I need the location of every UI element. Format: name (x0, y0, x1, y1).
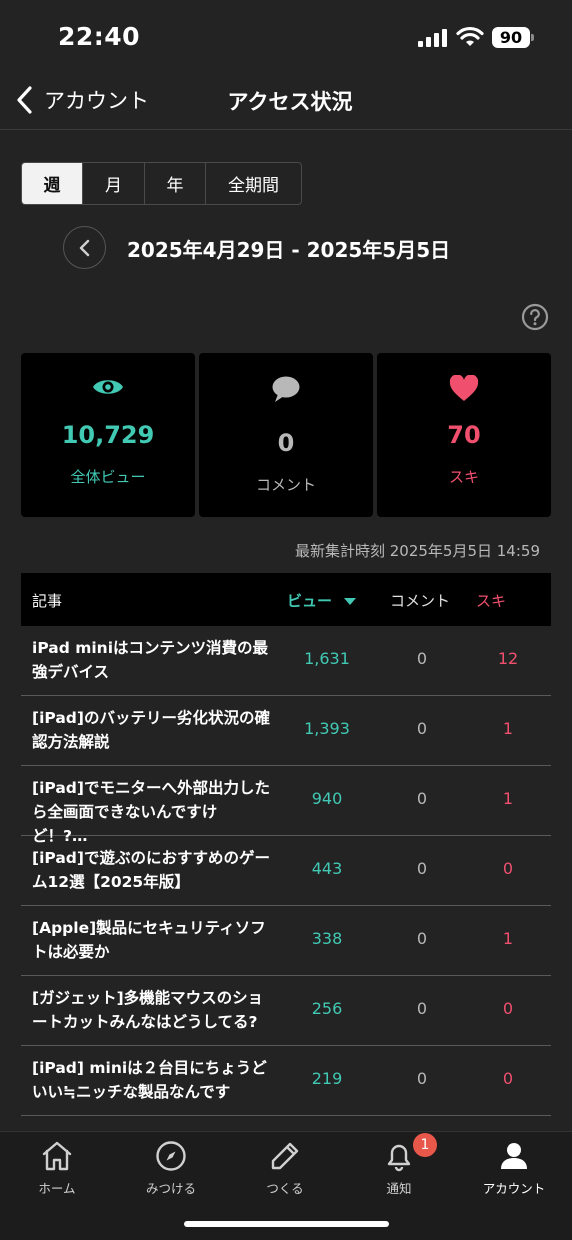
last-updated: 最新集計時刻 2025年5月5日 14:59 (294, 542, 540, 560)
tab-all-time[interactable]: 全期間 (206, 163, 301, 204)
tab-discover[interactable]: みつける (114, 1140, 228, 1204)
help-icon[interactable] (521, 303, 549, 331)
period-selector: 週 月 年 全期間 (21, 162, 302, 205)
row-views: 256 (311, 999, 343, 1018)
row-likes: 0 (502, 1069, 514, 1088)
row-views: 1,393 (304, 719, 350, 738)
page-title: アクセス状況 (227, 90, 353, 114)
article-title[interactable]: [iPad]で遊ぶのにおすすめのゲーム12選【2025年版】 (32, 846, 272, 894)
row-comments: 0 (416, 999, 428, 1018)
status-time: 22:40 (58, 22, 141, 51)
tab-discover-label: みつける (145, 1181, 196, 1196)
row-views: 1,631 (304, 649, 350, 668)
row-likes: 1 (502, 929, 514, 948)
date-range: 2025年4月29日 - 2025年5月5日 (127, 238, 451, 262)
chevron-left-icon (79, 239, 89, 256)
tab-notifications-label: 通知 (386, 1181, 412, 1196)
home-indicator[interactable] (184, 1221, 389, 1227)
row-likes: 0 (502, 999, 514, 1018)
previous-period-button[interactable] (63, 226, 106, 269)
table-row[interactable]: [ガジェット]多機能マウスのショートカットみんなはどうしてる? 256 0 0 (21, 976, 551, 1046)
header-likes[interactable]: スキ (476, 590, 506, 611)
table-row[interactable]: iPad miniはコンテンツ消費の最強デバイス 1,631 0 12 (21, 626, 551, 696)
tab-home-label: ホーム (38, 1181, 76, 1196)
row-comments: 0 (416, 929, 428, 948)
table-row[interactable]: [Apple]製品にセキュリティソフトは必要か 338 0 1 (21, 906, 551, 976)
row-likes: 0 (502, 859, 514, 878)
tab-week[interactable]: 週 (22, 163, 83, 204)
comments-label: コメント (255, 476, 316, 494)
wifi-icon (456, 26, 484, 46)
article-title[interactable]: [ガジェット]多機能マウスのショートカットみんなはどうしてる? (32, 986, 272, 1034)
article-title[interactable]: [iPad]のバッテリー劣化状況の確認方法解説 (32, 706, 272, 754)
row-views: 338 (311, 929, 343, 948)
tab-create[interactable]: つくる (228, 1140, 342, 1204)
header-views-sort[interactable]: ビュー (287, 590, 357, 611)
battery-level: 90 (492, 27, 530, 48)
tab-year[interactable]: 年 (145, 163, 206, 204)
cellular-signal-icon (418, 29, 447, 47)
row-comments: 0 (416, 649, 428, 668)
home-icon (42, 1141, 72, 1171)
row-comments: 0 (416, 859, 428, 878)
row-views: 940 (311, 789, 343, 808)
heart-icon (449, 375, 479, 401)
row-comments: 0 (416, 719, 428, 738)
table-row[interactable]: [iPad] miniは２台目にちょうどいい≒ニッチな製品なんです 219 0 … (21, 1046, 551, 1116)
row-likes: 1 (502, 719, 514, 738)
status-bar: 22:40 90 (0, 0, 572, 70)
total-views-label: 全体ビュー (70, 468, 146, 486)
header-article: 記事 (32, 592, 63, 610)
tab-account-label: アカウント (482, 1181, 546, 1196)
article-title[interactable]: [Apple]製品にセキュリティソフトは必要か (32, 916, 272, 964)
battery-icon: 90 (492, 27, 534, 48)
article-title[interactable]: iPad miniはコンテンツ消費の最強デバイス (32, 636, 272, 684)
nav-header: アカウント アクセス状況 (0, 70, 572, 130)
comments-value: 0 (277, 429, 295, 457)
notification-badge: 1 (413, 1133, 437, 1157)
sort-down-icon (344, 598, 357, 605)
table-row[interactable]: [iPad]でモニターへ外部出力したら全画面できないんですけど！?… 940 0… (21, 766, 551, 845)
views-card: 10,729 全体ビュー (21, 353, 195, 517)
eye-icon (93, 380, 123, 394)
row-views: 219 (311, 1069, 343, 1088)
row-likes: 1 (502, 789, 514, 808)
comments-card: 0 コメント (199, 353, 373, 517)
row-comments: 0 (416, 789, 428, 808)
bell-icon (387, 1144, 411, 1172)
article-title[interactable]: [iPad] miniは２台目にちょうどいい≒ニッチな製品なんです (32, 1056, 272, 1104)
total-views-value: 10,729 (61, 421, 155, 449)
likes-label: スキ (448, 468, 479, 486)
header-views-label: ビュー (287, 592, 333, 610)
likes-card: 70 スキ (377, 353, 551, 517)
tab-notifications[interactable]: 通知 (342, 1140, 456, 1204)
row-views: 443 (311, 859, 343, 878)
compass-icon (156, 1141, 186, 1171)
table-row[interactable]: [iPad]で遊ぶのにおすすめのゲーム12選【2025年版】 443 0 0 (21, 836, 551, 906)
row-likes: 12 (497, 649, 519, 668)
table-header: 記事 ビュー コメント スキ (21, 573, 551, 626)
tab-account[interactable]: アカウント (457, 1140, 571, 1204)
person-icon (501, 1143, 527, 1169)
tab-create-label: つくる (266, 1181, 304, 1196)
tab-home[interactable]: ホーム (0, 1140, 114, 1204)
pencil-icon (271, 1142, 299, 1170)
table-row[interactable]: [iPad]のバッテリー劣化状況の確認方法解説 1,393 0 1 (21, 696, 551, 766)
header-comments[interactable]: コメント (390, 590, 450, 611)
speech-bubble-icon (272, 376, 300, 402)
likes-value: 70 (447, 421, 481, 449)
tab-month[interactable]: 月 (83, 163, 145, 204)
row-comments: 0 (416, 1069, 428, 1088)
